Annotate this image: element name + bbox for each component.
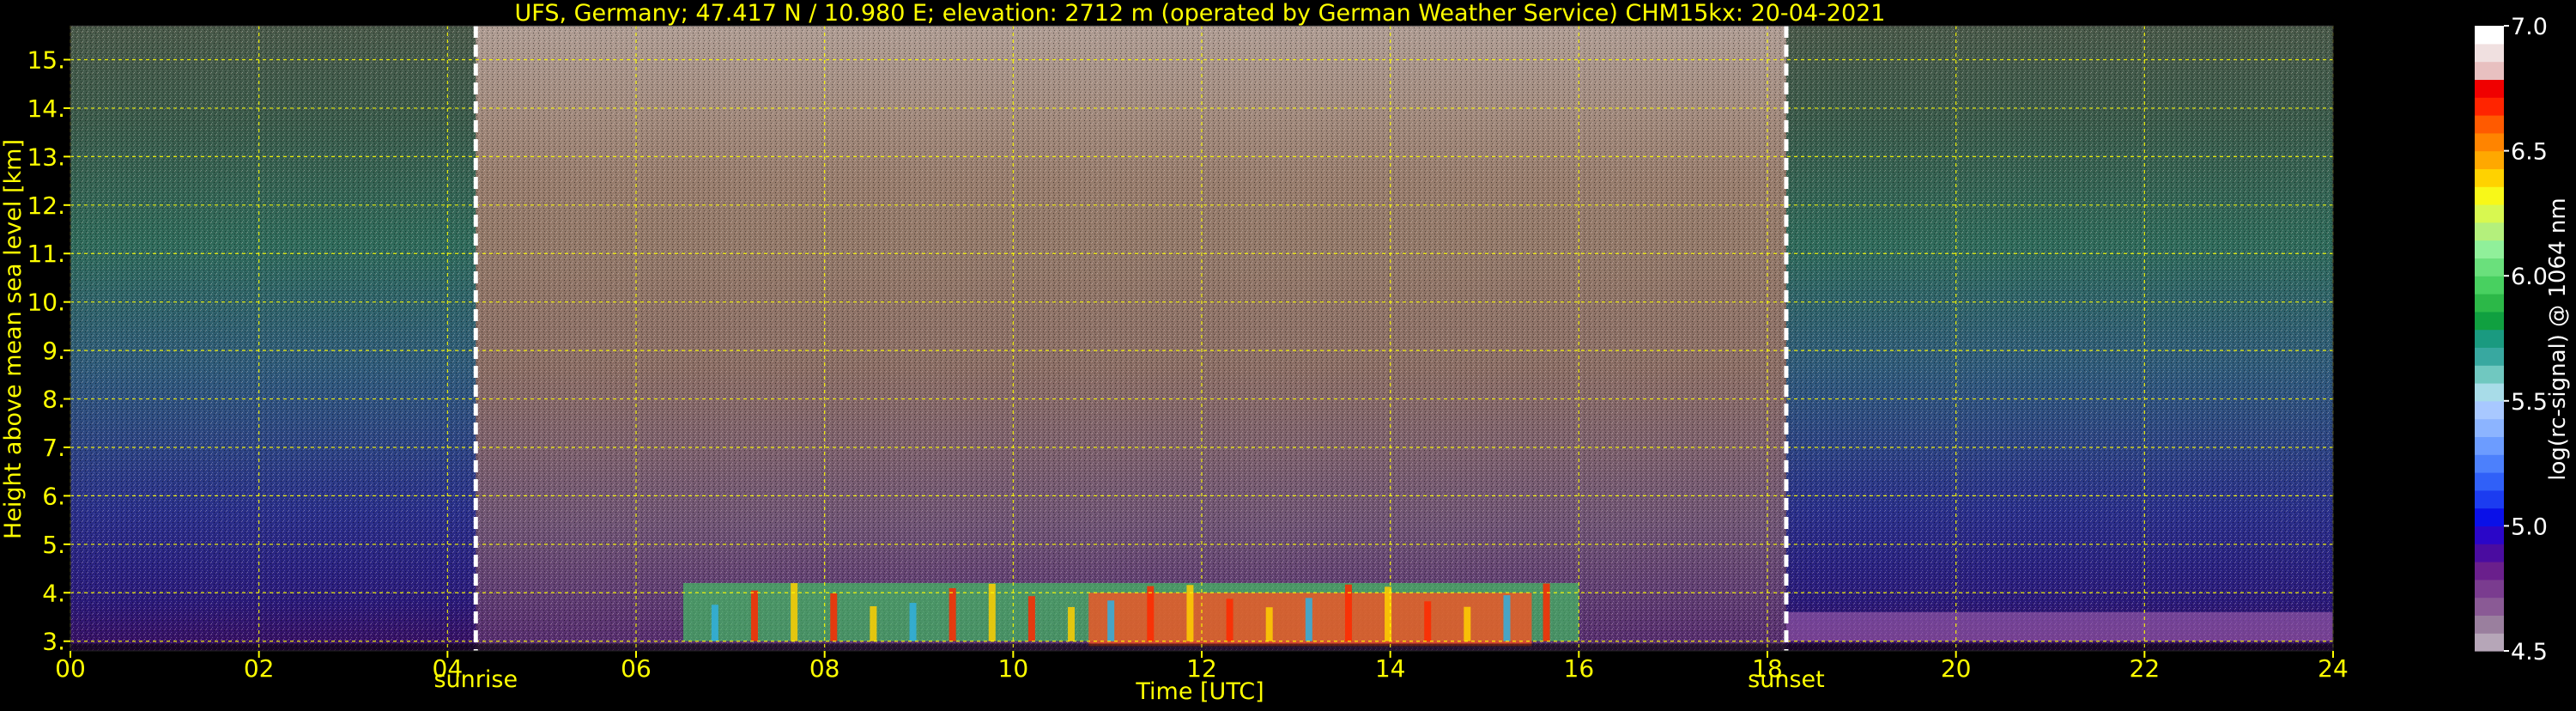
colorbar-segment — [2475, 507, 2504, 526]
signal-streak — [1265, 607, 1273, 641]
x-tick-label: 22 — [2130, 654, 2161, 683]
x-tick-label: 18 — [1752, 654, 1783, 683]
feature-layer — [1785, 611, 2333, 641]
colorbar-segment — [2475, 526, 2504, 544]
signal-streak — [711, 605, 718, 641]
signal-streak — [1464, 606, 1471, 641]
y-tick-label: 4. — [42, 579, 65, 607]
y-tick-label: 12. — [27, 191, 65, 220]
colorbar-segment — [2475, 186, 2504, 205]
y-tick-label: 15. — [27, 46, 65, 75]
colorbar-segment — [2475, 597, 2504, 616]
signal-streak — [1186, 585, 1194, 641]
signal-streak — [1543, 583, 1550, 641]
x-tick-label: 08 — [809, 654, 840, 683]
colorbar-segment — [2475, 150, 2504, 169]
colorbar-segment — [2475, 633, 2504, 652]
signal-streak — [1027, 596, 1035, 641]
y-axis: 3. 4. 5. 6. 7. 8. 9. 10. 11. 12. 13. 14. 15. — [27, 46, 70, 656]
colorbar-segment — [2475, 294, 2504, 313]
colorbar-segment — [2475, 240, 2504, 258]
y-tick-label: 9. — [42, 337, 65, 365]
ceilometer-figure: sunrise sunset 00 02 04 06 08 10 12 14 16 18 20 22 24… — [0, 0, 2576, 708]
y-tick-label: 7. — [42, 434, 65, 462]
colorbar-segment — [2475, 276, 2504, 295]
colorbar-segment — [2475, 204, 2504, 223]
colorbar-segment — [2475, 132, 2504, 152]
signal-streak — [909, 603, 917, 641]
colorbar-segment — [2475, 615, 2504, 634]
y-tick-label: 8. — [42, 386, 65, 414]
plot-area: sunrise sunset — [70, 25, 2334, 693]
colorbar-segment — [2475, 436, 2504, 455]
colorbar-segment — [2475, 400, 2504, 420]
colorbar-segment — [2475, 115, 2504, 134]
colorbar-segment — [2475, 79, 2504, 98]
signal-streak — [1226, 599, 1233, 641]
x-tick-label: 02 — [244, 654, 275, 683]
colorbar-segment — [2475, 383, 2504, 402]
colorbar-tick-label: 5.0 — [2511, 514, 2548, 540]
x-axis-label: Time [UTC] — [1135, 678, 1264, 705]
colorbar-tick-label: 6.0 — [2511, 264, 2548, 290]
colorbar-segment — [2475, 311, 2504, 331]
colorbar-label: log(rc-signal) @ 1064 nm — [2545, 198, 2571, 480]
colorbar-segment — [2475, 472, 2504, 491]
signal-streak — [830, 593, 838, 641]
y-tick-label: 6. — [42, 482, 65, 510]
colorbar-segment — [2475, 258, 2504, 276]
colorbar-segment — [2475, 26, 2504, 45]
y-tick-label: 13. — [27, 143, 65, 171]
y-axis-label: Height above mean sea level [km] — [0, 139, 27, 539]
x-tick-label: 14 — [1375, 654, 1406, 683]
colorbar-segment — [2475, 347, 2504, 366]
signal-streak — [1107, 600, 1115, 641]
y-tick-label: 5. — [42, 531, 65, 559]
x-tick-label: 04 — [433, 654, 464, 683]
x-tick-label: 10 — [998, 654, 1029, 683]
colorbar-tick-label: 4.5 — [2511, 639, 2548, 665]
chart-svg: sunrise sunset 00 02 04 06 08 10 12 14 16 18 20 22 24… — [0, 0, 2571, 705]
x-tick-label: 06 — [621, 654, 652, 683]
signal-streak — [1305, 598, 1312, 641]
signal-streak — [1068, 606, 1076, 641]
chart-title: UFS, Germany; 47.417 N / 10.980 E; eleva… — [515, 0, 1886, 27]
colorbar-segment — [2475, 329, 2504, 348]
colorbar-segment — [2475, 168, 2504, 187]
x-tick-label: 16 — [1564, 654, 1595, 683]
signal-streak — [949, 587, 956, 641]
signal-streak — [1424, 601, 1432, 641]
colorbar-segment — [2475, 97, 2504, 116]
colorbar-segment — [2475, 579, 2504, 599]
colorbar-segment — [2475, 61, 2504, 80]
x-tick-label: 00 — [55, 654, 86, 683]
colorbar-tick-label: 6.5 — [2511, 139, 2548, 166]
y-tick-label: 11. — [27, 240, 65, 268]
colorbar-tick-label: 7.0 — [2511, 14, 2548, 40]
colorbar-segment — [2475, 562, 2504, 580]
colorbar-tick-label: 5.5 — [2511, 389, 2548, 416]
signal-streak — [791, 583, 798, 641]
y-tick-label: 3. — [42, 628, 65, 656]
colorbar-segment — [2475, 365, 2504, 384]
signal-streak — [750, 590, 758, 641]
signal-streak — [1147, 586, 1155, 641]
signal-streak — [1503, 595, 1511, 641]
colorbar-segment — [2475, 544, 2504, 562]
y-tick-label: 14. — [27, 94, 65, 123]
colorbar: 4.5 5.0 5.5 6.0 6.5 7.0 — [2475, 14, 2548, 665]
colorbar-segment — [2475, 222, 2504, 241]
colorbar-segment — [2475, 43, 2504, 63]
x-tick-label: 20 — [1941, 654, 1972, 683]
colorbar-segment — [2475, 489, 2504, 509]
colorbar-segment — [2475, 454, 2504, 473]
x-tick-label: 24 — [2318, 654, 2349, 683]
colorbar-segment — [2475, 418, 2504, 437]
signal-streak — [870, 606, 877, 641]
y-tick-label: 10. — [27, 289, 65, 317]
